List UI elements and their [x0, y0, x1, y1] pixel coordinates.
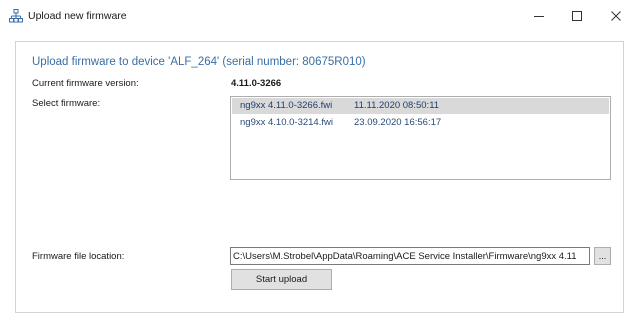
- current-version-label: Current firmware version:: [32, 78, 139, 89]
- list-item[interactable]: ng9xx 4.10.0-3214.fwi 23.09.2020 16:56:1…: [232, 115, 609, 131]
- network-tree-icon: [9, 9, 23, 23]
- page-title: Upload firmware to device 'ALF_264' (ser…: [32, 56, 366, 68]
- firmware-listbox[interactable]: ng9xx 4.11.0-3266.fwi 11.11.2020 08:50:1…: [230, 96, 611, 180]
- start-upload-button[interactable]: Start upload: [231, 269, 332, 290]
- browse-button[interactable]: ...: [594, 247, 611, 265]
- window-title: Upload new firmware: [28, 10, 127, 22]
- firmware-file-name: ng9xx 4.10.0-3214.fwi: [240, 117, 333, 128]
- firmware-file-date: 23.09.2020 16:56:17: [354, 117, 442, 128]
- maximize-icon: [572, 11, 582, 21]
- firmware-file-name: ng9xx 4.11.0-3266.fwi: [240, 100, 333, 111]
- current-version-value: 4.11.0-3266: [231, 78, 282, 89]
- list-item[interactable]: ng9xx 4.11.0-3266.fwi 11.11.2020 08:50:1…: [232, 98, 609, 114]
- select-firmware-label: Select firmware:: [32, 98, 101, 109]
- file-location-label: Firmware file location:: [32, 251, 125, 262]
- title-bar: Upload new firmware: [0, 0, 639, 32]
- close-icon: [611, 11, 621, 21]
- firmware-file-date: 11.11.2020 08:50:11: [354, 100, 440, 111]
- minimize-icon: [534, 16, 544, 17]
- close-button[interactable]: [593, 0, 639, 32]
- file-location-field[interactable]: [230, 247, 590, 265]
